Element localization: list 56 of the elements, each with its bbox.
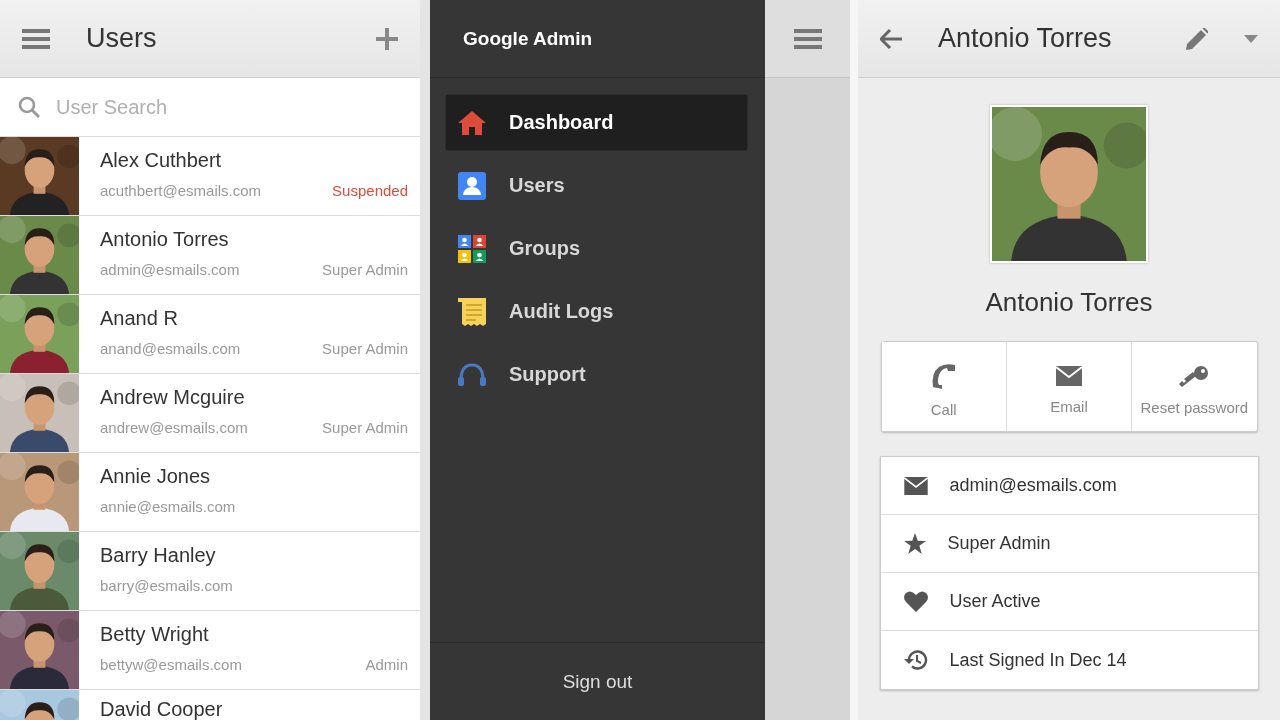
user-email: barry@esmails.com xyxy=(100,577,233,594)
phone-icon xyxy=(930,363,957,389)
envelope-icon xyxy=(1056,366,1082,386)
search-icon xyxy=(18,96,40,118)
headset-icon xyxy=(458,361,486,388)
user-email: annie@esmails.com xyxy=(100,498,236,515)
history-icon xyxy=(903,649,928,671)
user-icon xyxy=(458,171,486,200)
star-icon xyxy=(903,533,926,554)
action-button[interactable]: Email xyxy=(1006,342,1133,431)
heart-icon xyxy=(903,591,928,612)
detail-text: Last Signed In Dec 14 xyxy=(949,649,1127,671)
user-email: acuthbert@esmails.com xyxy=(100,182,262,199)
user-email: andrew@esmails.com xyxy=(100,419,248,436)
profile-name: Antonio Torres xyxy=(985,287,1153,318)
receipt-icon xyxy=(458,297,486,326)
nav-item[interactable]: Dashboard xyxy=(445,94,748,151)
action-button[interactable]: Call xyxy=(881,342,1007,431)
user-name[interactable]: Antonio Torres xyxy=(100,229,408,249)
user-role: Super Admin xyxy=(322,419,408,436)
app-title: Google Admin xyxy=(463,27,593,50)
groups-icon xyxy=(458,234,486,263)
menu-icon[interactable] xyxy=(793,28,822,49)
user-email: bettyw@esmails.com xyxy=(100,656,242,673)
detail-text: Super Admin xyxy=(947,533,1051,554)
envelope-icon xyxy=(903,476,928,495)
back-arrow-icon[interactable] xyxy=(880,28,902,49)
user-name[interactable]: Betty Wright xyxy=(100,624,408,644)
user-email: anand@esmails.com xyxy=(100,340,241,357)
user-email: admin@esmails.com xyxy=(100,261,240,278)
menu-icon[interactable] xyxy=(22,28,50,49)
add-icon[interactable] xyxy=(376,27,398,50)
pencil-icon[interactable] xyxy=(1186,27,1208,50)
key-icon xyxy=(1179,365,1210,387)
user-name[interactable]: Annie Jones xyxy=(100,466,408,486)
nav-item[interactable]: Support xyxy=(445,346,748,403)
nav-item[interactable]: Audit Logs xyxy=(445,283,748,340)
screen-title: Antonio Torres xyxy=(938,23,1113,54)
user-role: Admin xyxy=(365,656,408,673)
user-name[interactable]: Alex Cuthbert xyxy=(100,150,408,170)
home-icon xyxy=(458,110,486,135)
detail-text: admin@esmails.com xyxy=(949,475,1117,496)
user-name[interactable]: Barry Hanley xyxy=(100,545,408,565)
user-name[interactable]: Anand R xyxy=(100,308,408,328)
user-name[interactable]: Andrew Mcguire xyxy=(100,387,408,407)
detail-text: User Active xyxy=(949,591,1041,612)
user-role: Suspended xyxy=(332,182,408,199)
caret-icon[interactable] xyxy=(1244,34,1258,43)
user-role: Super Admin xyxy=(322,340,408,357)
nav-item[interactable]: Users xyxy=(445,157,748,214)
nav-item[interactable]: Groups xyxy=(445,220,748,277)
user-role: Super Admin xyxy=(322,261,408,278)
screen-title: Users xyxy=(86,23,158,54)
search-field[interactable]: User Search xyxy=(54,94,402,120)
user-name[interactable]: David Cooper xyxy=(100,699,408,719)
action-button[interactable]: Reset password xyxy=(1132,342,1257,431)
